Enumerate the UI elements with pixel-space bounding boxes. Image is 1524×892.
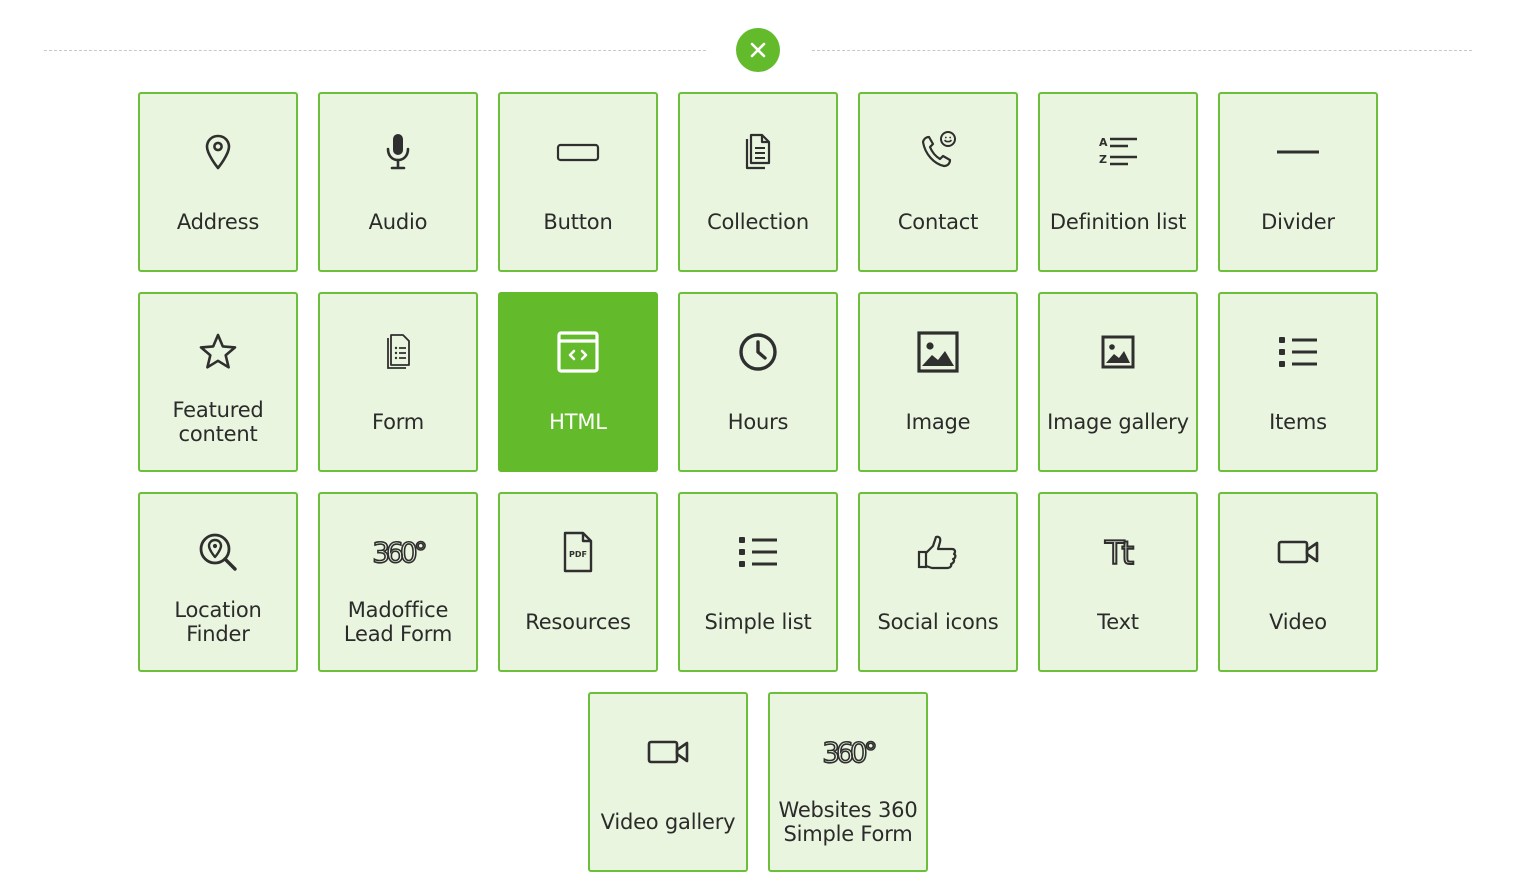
- tile-text[interactable]: Tt Text: [1038, 492, 1198, 672]
- tile-video-gallery[interactable]: Video gallery: [588, 692, 748, 872]
- widget-grid: Address Audio Button Collection Contact A Z Def…: [138, 92, 1378, 872]
- tile-label: Resources: [525, 610, 631, 634]
- tile-divider[interactable]: Divider: [1218, 92, 1378, 272]
- tile-html[interactable]: HTML: [498, 292, 658, 472]
- tile-collection[interactable]: Collection: [678, 92, 838, 272]
- tile-label: Button: [543, 210, 613, 234]
- svg-text:Z: Z: [1099, 153, 1107, 166]
- close-button[interactable]: [736, 28, 780, 72]
- tile-label: Image: [905, 410, 971, 434]
- svg-text:360°: 360°: [372, 536, 425, 569]
- tile-label: Hours: [727, 410, 789, 434]
- tile-label: Items: [1269, 410, 1327, 434]
- tile-label: Definition list: [1049, 210, 1187, 234]
- video-camera-icon: [1220, 530, 1376, 574]
- tile-simple-list[interactable]: Simple list: [678, 492, 838, 672]
- tile-label: Divider: [1261, 210, 1335, 234]
- tile-featured-content[interactable]: Featured content: [138, 292, 298, 472]
- tile-image[interactable]: Image: [858, 292, 1018, 472]
- tile-form[interactable]: Form: [318, 292, 478, 472]
- svg-text:PDF: PDF: [569, 550, 587, 559]
- star-icon: [140, 330, 296, 374]
- tile-contact[interactable]: Contact: [858, 92, 1018, 272]
- tile-label: Simple list: [704, 610, 812, 634]
- 360-logo-icon: 360°: [770, 730, 926, 774]
- tile-label: Video gallery: [600, 810, 736, 834]
- bullet-list-icon: [680, 530, 836, 574]
- tile-label: Audio: [368, 210, 428, 234]
- image-small-icon: [1040, 330, 1196, 374]
- tile-madoffice-lead-form[interactable]: 360° Madoffice Lead Form: [318, 492, 478, 672]
- tile-image-gallery[interactable]: Image gallery: [1038, 292, 1198, 472]
- tile-label: Contact: [897, 210, 979, 234]
- tile-label: Address: [176, 210, 260, 234]
- a-z-list-icon: AZ: [1040, 130, 1196, 174]
- tile-label: Madoffice Lead Form: [343, 598, 453, 646]
- tile-button[interactable]: Button: [498, 92, 658, 272]
- tile-definition-list[interactable]: A Z Definition list: [1038, 92, 1198, 272]
- 360-logo-icon: 360°: [320, 530, 476, 574]
- tile-hours[interactable]: Hours: [678, 292, 838, 472]
- tile-label: Video: [1269, 610, 1327, 634]
- documents-icon: [680, 130, 836, 174]
- tile-location-finder[interactable]: Location Finder: [138, 492, 298, 672]
- tile-label: Social icons: [877, 610, 999, 634]
- tile-label: Collection: [707, 210, 809, 234]
- tile-label: Websites 360 Simple Form: [778, 798, 918, 846]
- tile-address[interactable]: Address: [138, 92, 298, 272]
- dashed-divider-left: [44, 50, 706, 51]
- tile-audio[interactable]: Audio: [318, 92, 478, 272]
- phone-chat-icon: [860, 130, 1016, 174]
- map-pin-icon: [140, 130, 296, 174]
- tile-label: Featured content: [172, 398, 264, 446]
- image-icon: [860, 330, 1016, 374]
- code-window-icon: [500, 330, 656, 374]
- tile-label: Location Finder: [174, 598, 262, 646]
- bullet-list-icon: [1220, 330, 1376, 374]
- pdf-file-icon: PDF: [500, 530, 656, 574]
- tile-label: Image gallery: [1047, 410, 1189, 434]
- button-rect-icon: [500, 130, 656, 174]
- dashed-divider-right: [812, 50, 1472, 51]
- horizontal-line-icon: [1220, 130, 1376, 174]
- tile-video[interactable]: Video: [1218, 492, 1378, 672]
- microphone-icon: [320, 130, 476, 174]
- location-search-icon: [140, 530, 296, 574]
- close-x-icon: [750, 42, 766, 58]
- tile-label: Form: [371, 410, 425, 434]
- svg-text:360°: 360°: [822, 736, 875, 769]
- thumbs-up-icon: [860, 530, 1016, 574]
- svg-text:Tt: Tt: [1104, 534, 1134, 572]
- tile-websites-360-simple-form[interactable]: 360° Websites 360 Simple Form: [768, 692, 928, 872]
- tile-label: Text: [1097, 610, 1139, 634]
- svg-text:A: A: [1099, 136, 1108, 149]
- video-camera-icon: [590, 730, 746, 774]
- form-document-icon: [320, 330, 476, 374]
- tile-label: HTML: [549, 410, 607, 434]
- tile-items[interactable]: Items: [1218, 292, 1378, 472]
- tile-resources[interactable]: PDF Resources: [498, 492, 658, 672]
- tile-social-icons[interactable]: Social icons: [858, 492, 1018, 672]
- text-tt-icon: Tt: [1040, 530, 1196, 574]
- clock-icon: [680, 330, 836, 374]
